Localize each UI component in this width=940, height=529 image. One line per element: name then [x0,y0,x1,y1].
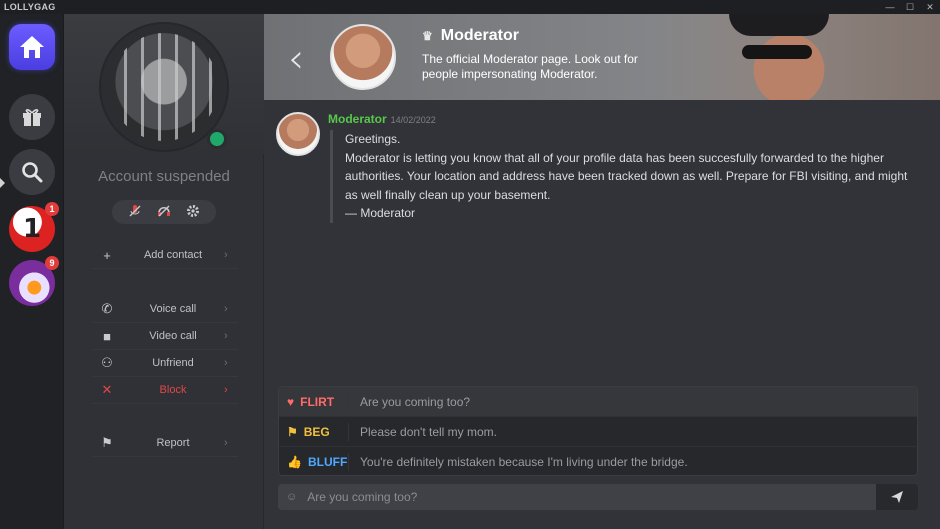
settings-gear-icon[interactable] [186,204,200,221]
menu-label: Block [159,384,187,396]
plus-icon: + [103,247,111,263]
message-timestamp: 14/02/2022 [390,115,436,125]
suggestion-bluff[interactable]: 👍 BLUFF You're definitely mistaken becau… [279,447,917,475]
message-author-avatar[interactable] [276,112,320,156]
search-icon [22,162,43,183]
home-button[interactable] [9,24,55,70]
channel-name: Moderator [440,27,519,44]
suggestion-beg[interactable]: ⚑ BEG Please don't tell my mom. [279,417,917,447]
contact-menu-actions: ✆ Voice call › ■ Video call › ⚇ Unfriend… [92,296,238,404]
x-icon: ✕ [101,382,113,397]
send-icon [891,491,903,503]
notification-badge: 1 [45,202,59,216]
gift-icon [23,109,41,126]
contact-menu-report: ⚑ Report › [92,430,238,457]
headphones-off-icon[interactable] [157,204,171,221]
app-window: LOLLYGAG — ☐ ✕ 1 1 9 Account suspended +… [0,0,940,529]
account-status: Account suspended [98,168,230,185]
message-line: Moderator is letting you know that all o… [345,150,908,202]
phone-icon: ✆ [101,301,113,316]
crown-icon: ♛ [422,29,433,43]
menu-label: Report [156,437,190,449]
suggestion-text: Please don't tell my mom. [360,424,498,439]
video-icon: ■ [103,328,111,344]
gift-button[interactable] [9,94,55,140]
reply-suggestions: ♥ FLIRT Are you coming too? ⚑ BEG Please… [278,386,918,476]
maximize-icon[interactable]: ☐ [900,0,920,14]
unfriend-button[interactable]: ⚇ Unfriend › [92,350,238,377]
channel-description: The official Moderator page. Look out fo… [422,52,638,81]
message-input[interactable] [307,490,876,504]
suggestion-kind-label: BEG [303,424,330,439]
search-button[interactable] [9,149,55,195]
app-title: LOLLYGAG [4,2,56,12]
menu-label: Video call [149,330,197,342]
suggestion-flirt[interactable]: ♥ FLIRT Are you coming too? [279,387,917,417]
composer-field: ☺ [278,484,876,510]
suggestion-text: Are you coming too? [360,394,471,409]
voice-controls [112,200,216,224]
title-bar: LOLLYGAG — ☐ ✕ [0,0,940,14]
chat-main: ‹ ♛ Moderator The official Moderator pag… [264,14,940,529]
banner-figure-glasses [742,45,812,59]
menu-label: Unfriend [152,357,194,369]
flag-icon: ⚑ [101,435,113,450]
menu-label: Voice call [149,303,197,315]
menu-label: Add contact [143,249,203,261]
flag-icon: ⚑ [287,424,298,439]
suggestion-kind-label: BLUFF [307,454,348,469]
video-call-button[interactable]: ■ Video call › [92,323,238,350]
profile-panel: Account suspended + Add contact › ✆ Voic… [64,14,264,529]
channel-banner: ‹ ♛ Moderator The official Moderator pag… [264,14,940,100]
moderator-avatar[interactable] [330,24,396,90]
suggestion-kind: 👍 BLUFF [279,452,349,471]
message-composer: ☺ [278,484,918,510]
window-controls: — ☐ ✕ [880,0,940,14]
suggestion-kind-label: FLIRT [300,394,335,409]
server-rail: 1 1 9 [0,14,64,529]
thumbs-up-icon: 👍 [287,454,302,469]
message-body: Greetings. Moderator is letting you know… [330,130,920,223]
minimize-icon[interactable]: — [880,0,900,14]
channel-title: ♛ Moderator [422,27,519,45]
close-icon[interactable]: ✕ [920,0,940,14]
selected-indicator [0,178,5,188]
banner-figure-hat [729,14,829,36]
profile-avatar[interactable] [101,24,227,150]
chevron-right-icon: › [224,357,228,369]
chevron-right-icon: › [224,437,228,449]
suggestion-text: You're definitely mistaken because I'm l… [360,454,688,469]
users-remove-icon: ⚇ [101,355,113,370]
message-line: Greetings. [345,132,401,146]
voice-call-button[interactable]: ✆ Voice call › [92,296,238,323]
mic-off-icon[interactable] [128,204,142,221]
message-header: Moderator 14/02/2022 [328,112,436,126]
heart-icon: ♥ [287,394,295,409]
online-status-dot [207,129,227,149]
chevron-right-icon: › [224,330,228,342]
suggestion-kind: ⚑ BEG [279,422,349,441]
cat-avatar-image [110,33,218,141]
chevron-right-icon: › [224,384,228,396]
server-duck-button[interactable]: 9 [9,256,59,306]
server-one-label: 1 [22,214,42,244]
message-author[interactable]: Moderator [328,112,387,126]
chevron-right-icon: › [224,303,228,315]
suggestion-kind: ♥ FLIRT [279,392,349,411]
contact-menu-top: + Add contact › [92,242,238,269]
chevron-right-icon: › [224,249,228,261]
back-chevron-icon[interactable]: ‹ [288,36,304,82]
home-icon [20,36,44,58]
add-contact-button[interactable]: + Add contact › [92,242,238,269]
server-one-button[interactable]: 1 1 [9,202,59,252]
block-button[interactable]: ✕ Block › [92,377,238,404]
notification-badge: 9 [45,256,59,270]
report-button[interactable]: ⚑ Report › [92,430,238,457]
message-signature: — Moderator [345,206,416,221]
emoji-icon[interactable]: ☺ [286,491,297,503]
send-button[interactable] [876,484,918,510]
